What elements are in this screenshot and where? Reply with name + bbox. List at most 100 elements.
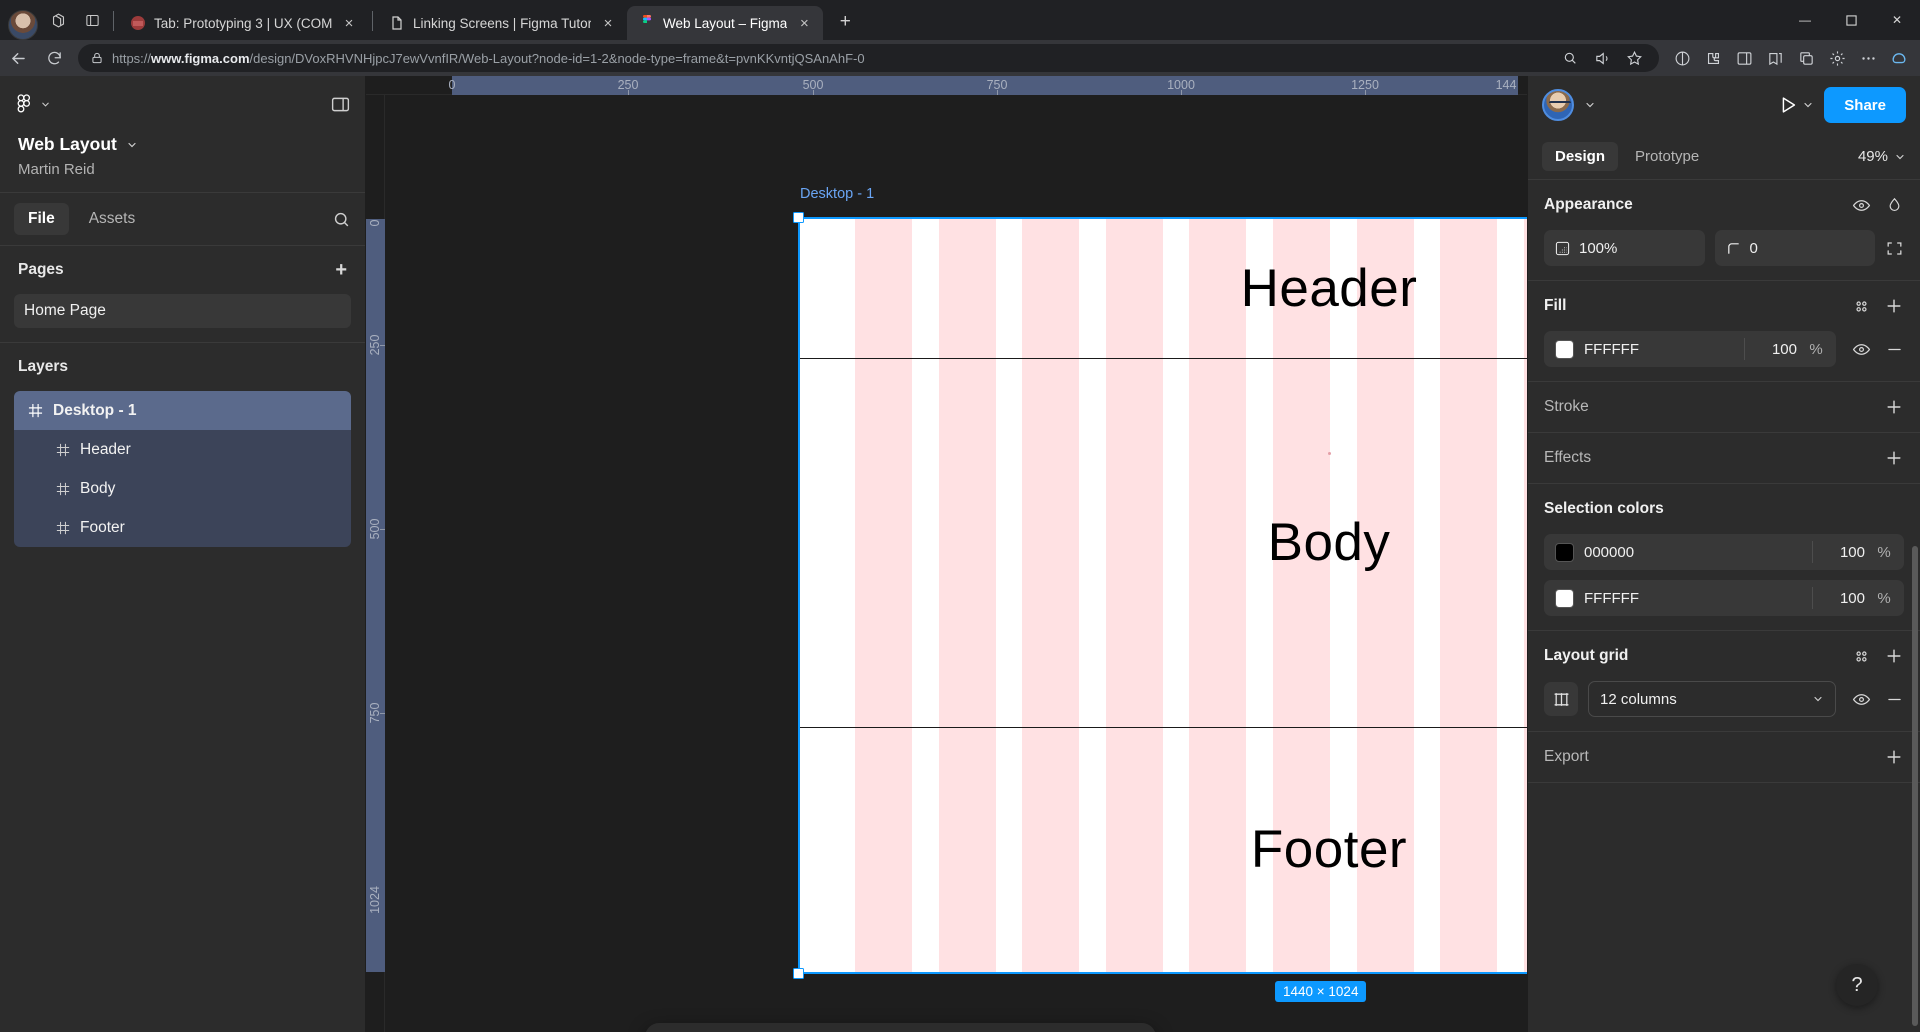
layer-row-header[interactable]: Header (14, 430, 351, 469)
ruler-tick (628, 90, 629, 95)
corner-radius-icon (1726, 241, 1741, 256)
minimize-button[interactable]: — (1782, 0, 1828, 40)
corner-radius-field[interactable]: 0 (1714, 230, 1875, 266)
browser-essentials-icon[interactable] (1729, 44, 1759, 72)
figma-workspace: Web Layout Martin Reid File Assets Pages… (0, 76, 1920, 1032)
fill-styles-icon[interactable] (1853, 298, 1870, 315)
tab-close-0[interactable]: × (340, 14, 358, 32)
layer-row-body[interactable]: Body (14, 469, 351, 508)
chevron-down-icon[interactable] (1894, 151, 1906, 163)
file-name-row[interactable]: Web Layout (18, 134, 347, 155)
columns-grid-icon[interactable] (1544, 682, 1578, 716)
tab-prototype[interactable]: Prototype (1622, 142, 1712, 171)
browser-tab-2[interactable]: Web Layout – Figma × (627, 6, 824, 40)
grid-type-select[interactable]: 12 columns (1588, 681, 1836, 717)
blend-mode-drop-icon[interactable] (1885, 196, 1904, 215)
selection-color-field-black[interactable]: 000000 100 % (1544, 534, 1904, 570)
frame-name-label[interactable]: Desktop - 1 (800, 186, 874, 202)
stroke-section: Stroke (1528, 382, 1920, 433)
remove-grid-icon[interactable] (1885, 690, 1904, 709)
appearance-section: Appearance 100% 0 (1528, 180, 1920, 281)
split-screen-icon[interactable] (1667, 44, 1697, 72)
share-button[interactable]: Share (1824, 87, 1906, 123)
toggle-panel-icon[interactable] (330, 94, 351, 115)
layer-label: Footer (80, 518, 125, 536)
selection-opacity-unit: % (1877, 589, 1891, 607)
collaborator-avatar[interactable] (1542, 89, 1574, 121)
window-controls: — ✕ (1782, 0, 1920, 40)
frame-band-header[interactable]: Header (800, 219, 1527, 358)
tab-close-2[interactable]: × (795, 14, 813, 32)
url-bar[interactable]: https://www.figma.com/design/DVoxRHVNHjp… (78, 44, 1659, 72)
add-export-icon[interactable] (1884, 747, 1904, 767)
frame-band-body[interactable]: Body (800, 358, 1527, 727)
zoom-page-icon[interactable] (1555, 44, 1585, 72)
chevron-down-icon[interactable] (1584, 99, 1596, 111)
chevron-down-icon[interactable] (1802, 99, 1814, 111)
layers-section: Layers Desktop - 1 Header Body Footer (0, 343, 365, 553)
add-effect-icon[interactable] (1884, 448, 1904, 468)
layer-row-footer[interactable]: Footer (14, 508, 351, 547)
independent-corners-icon[interactable] (1885, 239, 1904, 258)
selection-opacity-value: 100 (1839, 543, 1865, 561)
new-tab-button[interactable]: + (831, 8, 859, 36)
tab-close-1[interactable]: × (599, 14, 617, 32)
selection-color-row-0: 000000 100 % (1528, 534, 1920, 570)
browser-profile-avatar[interactable] (8, 10, 38, 40)
opacity-field[interactable]: 100% (1544, 230, 1705, 266)
copilot-icon[interactable] (1884, 44, 1914, 72)
right-sidebar-header: Share (1528, 76, 1920, 134)
visibility-eye-icon[interactable] (1852, 340, 1871, 359)
zoom-control[interactable]: 49% (1858, 148, 1906, 165)
tab-assets[interactable]: Assets (75, 203, 150, 235)
browser-tab-0[interactable]: Tab: Prototyping 3 | UX (COM416 × (118, 6, 368, 40)
grid-styles-icon[interactable] (1853, 648, 1870, 665)
selection-color-swatch[interactable] (1555, 542, 1574, 562)
lock-icon (90, 51, 104, 65)
visibility-eye-icon[interactable] (1852, 196, 1871, 215)
browser-tab-1[interactable]: Linking Screens | Figma Tutorial × (377, 6, 627, 40)
collections-icon[interactable] (1760, 44, 1790, 72)
add-grid-icon[interactable] (1884, 646, 1904, 666)
help-button[interactable]: ? (1836, 964, 1878, 1006)
present-button[interactable] (1777, 94, 1814, 116)
canvas-area[interactable]: 0 250 500 750 1000 1250 144 0 250 500 75… (366, 76, 1527, 1032)
figma-logo-icon (14, 94, 34, 114)
corner-radius-value: 0 (1749, 239, 1758, 257)
design-frame-desktop-1[interactable]: Header Body Footer (793, 212, 1527, 979)
selection-color-field-white[interactable]: FFFFFF 100 % (1544, 580, 1904, 616)
page-item-home[interactable]: Home Page (14, 294, 351, 328)
figma-home-button[interactable] (14, 94, 51, 114)
workspaces-icon[interactable] (41, 0, 75, 40)
search-icon[interactable] (332, 210, 351, 229)
read-aloud-icon[interactable] (1587, 44, 1617, 72)
chevron-down-icon[interactable] (126, 139, 138, 151)
reload-button[interactable] (36, 43, 72, 73)
visibility-eye-icon[interactable] (1852, 690, 1871, 709)
selection-color-swatch[interactable] (1555, 588, 1574, 608)
tab-design[interactable]: Design (1542, 142, 1619, 171)
resize-handle-bottom-left[interactable] (793, 968, 804, 979)
resize-handle-top-left[interactable] (793, 212, 804, 223)
fill-color-swatch[interactable] (1555, 339, 1574, 359)
remove-fill-icon[interactable] (1885, 340, 1904, 359)
copy-icon[interactable] (1791, 44, 1821, 72)
back-button[interactable] (0, 43, 36, 73)
layout-grid-row: 12 columns (1528, 681, 1920, 717)
tab-actions-icon[interactable] (75, 0, 109, 40)
frame-band-footer[interactable]: Footer (800, 727, 1527, 972)
browser-settings-icon[interactable] (1822, 44, 1852, 72)
add-page-button[interactable]: + (335, 260, 347, 280)
add-fill-icon[interactable] (1884, 296, 1904, 316)
fill-color-field[interactable]: FFFFFF 100 % (1544, 331, 1836, 367)
extensions-icon[interactable] (1698, 44, 1728, 72)
more-options-icon[interactable] (1853, 44, 1883, 72)
tab-file[interactable]: File (14, 203, 69, 235)
dimension-badge: 1440 × 1024 (1275, 981, 1367, 1002)
maximize-button[interactable] (1828, 0, 1874, 40)
favorite-star-icon[interactable] (1619, 44, 1649, 72)
right-panel-scrollbar[interactable] (1912, 546, 1918, 1026)
add-stroke-icon[interactable] (1884, 397, 1904, 417)
layer-row-desktop-1[interactable]: Desktop - 1 (14, 391, 351, 430)
close-window-button[interactable]: ✕ (1874, 0, 1920, 40)
